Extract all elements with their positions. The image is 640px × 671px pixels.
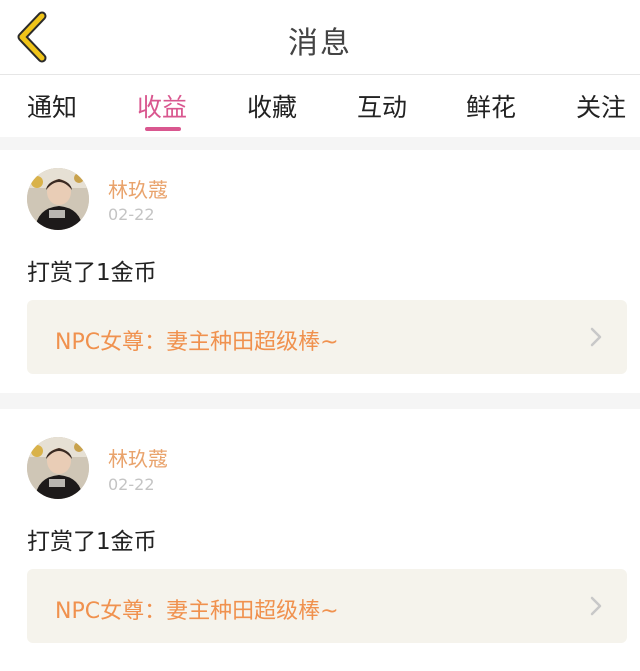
username[interactable]: 林玖蔻 (108, 174, 168, 203)
tab-flowers[interactable]: 鲜花 (466, 88, 516, 124)
tab-earnings[interactable]: 收益 (137, 88, 187, 124)
list-item: 林玖蔻 02-22 打赏了1金币 NPC女尊：妻主种田超级棒~ (0, 409, 640, 671)
tab-following[interactable]: 关注 (576, 88, 626, 124)
book-title: NPC女尊：妻主种田超级棒~ (55, 330, 339, 355)
message-date: 02-22 (108, 205, 155, 224)
tab-bar: 通知 收益 收藏 互动 鲜花 关注 (0, 75, 640, 137)
active-tab-indicator (145, 127, 181, 131)
list-item: 林玖蔻 02-22 打赏了1金币 NPC女尊：妻主种田超级棒~ (0, 150, 640, 393)
tab-interactions[interactable]: 互动 (357, 88, 407, 124)
message-text: 打赏了1金币 (27, 260, 157, 286)
avatar[interactable] (27, 168, 89, 230)
message-text: 打赏了1金币 (27, 529, 157, 555)
user-photo-icon (27, 437, 89, 499)
page-title: 消息 (288, 26, 352, 61)
tab-notifications[interactable]: 通知 (27, 88, 77, 124)
top-bar: 消息 (0, 0, 640, 75)
message-date: 02-22 (108, 475, 155, 494)
tab-favorites[interactable]: 收藏 (247, 88, 297, 124)
avatar[interactable] (27, 437, 89, 499)
book-link[interactable]: NPC女尊：妻主种田超级棒~ (27, 300, 627, 374)
chevron-right-icon (590, 596, 602, 616)
messages-screen: 消息 通知 收益 收藏 互动 鲜花 关注 林玖蔻 02-22 打赏了1金币 NP… (0, 0, 640, 671)
user-photo-icon (27, 168, 89, 230)
book-link[interactable]: NPC女尊：妻主种田超级棒~ (27, 569, 627, 643)
username[interactable]: 林玖蔻 (108, 443, 168, 472)
chevron-right-icon (590, 327, 602, 347)
book-title: NPC女尊：妻主种田超级棒~ (55, 599, 339, 624)
